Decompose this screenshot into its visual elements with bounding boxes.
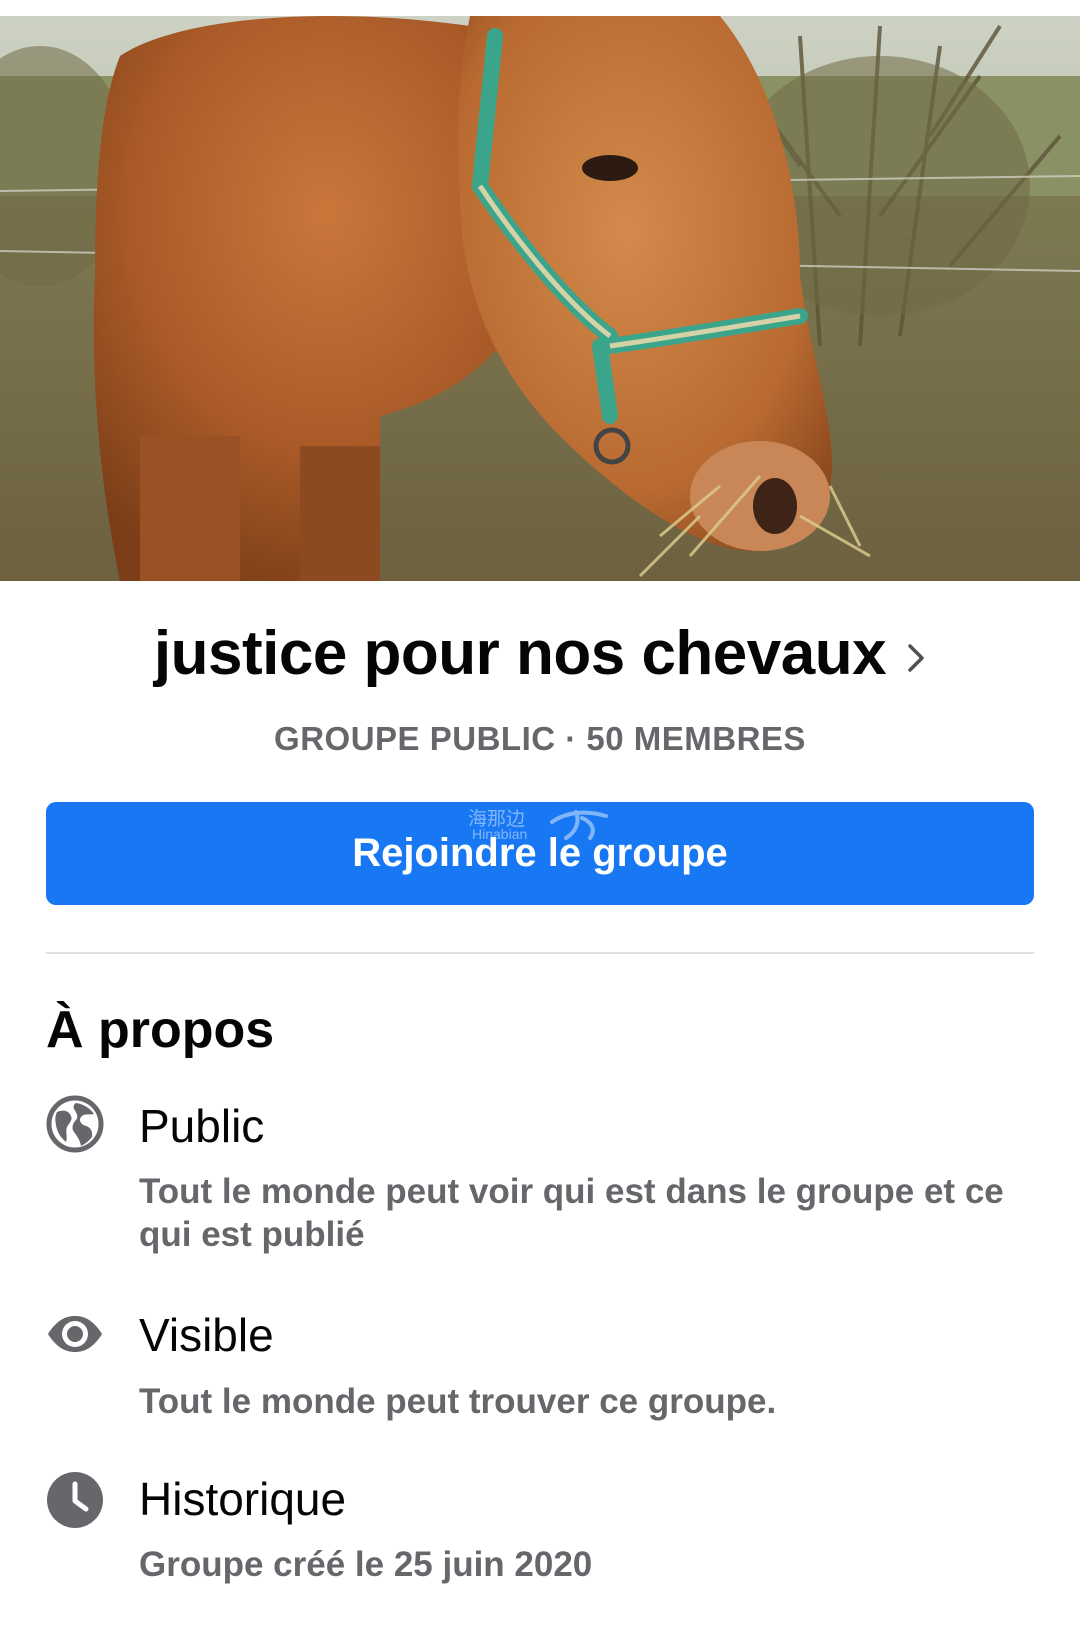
about-item-desc-visible: Tout le monde peut trouver ce groupe. — [139, 1382, 777, 1421]
eye-icon — [46, 1305, 104, 1363]
divider — [46, 952, 1034, 954]
clock-icon — [46, 1471, 104, 1529]
about-item-title-public: Public — [139, 1100, 265, 1152]
globe-icon — [46, 1095, 104, 1153]
group-cover-photo[interactable] — [0, 16, 1080, 581]
chevron-right-icon — [906, 618, 926, 690]
about-item-title-history: Historique — [139, 1473, 347, 1525]
group-name: justice pour nos chevaux — [153, 619, 887, 688]
horse-photo-illustration — [0, 16, 1080, 581]
about-item-desc-public: Tout le monde peut voir qui est dans le … — [139, 1172, 1004, 1254]
about-item-title-visible: Visible — [139, 1309, 274, 1361]
about-heading: À propos — [46, 1001, 275, 1059]
about-item-desc-history: Groupe créé le 25 juin 2020 — [139, 1545, 593, 1584]
status-strip — [0, 0, 1080, 16]
join-group-button[interactable]: Rejoindre le groupe — [46, 802, 1034, 905]
group-name-link[interactable]: justice pour nos chevaux — [0, 618, 1080, 690]
group-meta: GROUPE PUBLIC · 50 MEMBRES — [274, 720, 806, 757]
